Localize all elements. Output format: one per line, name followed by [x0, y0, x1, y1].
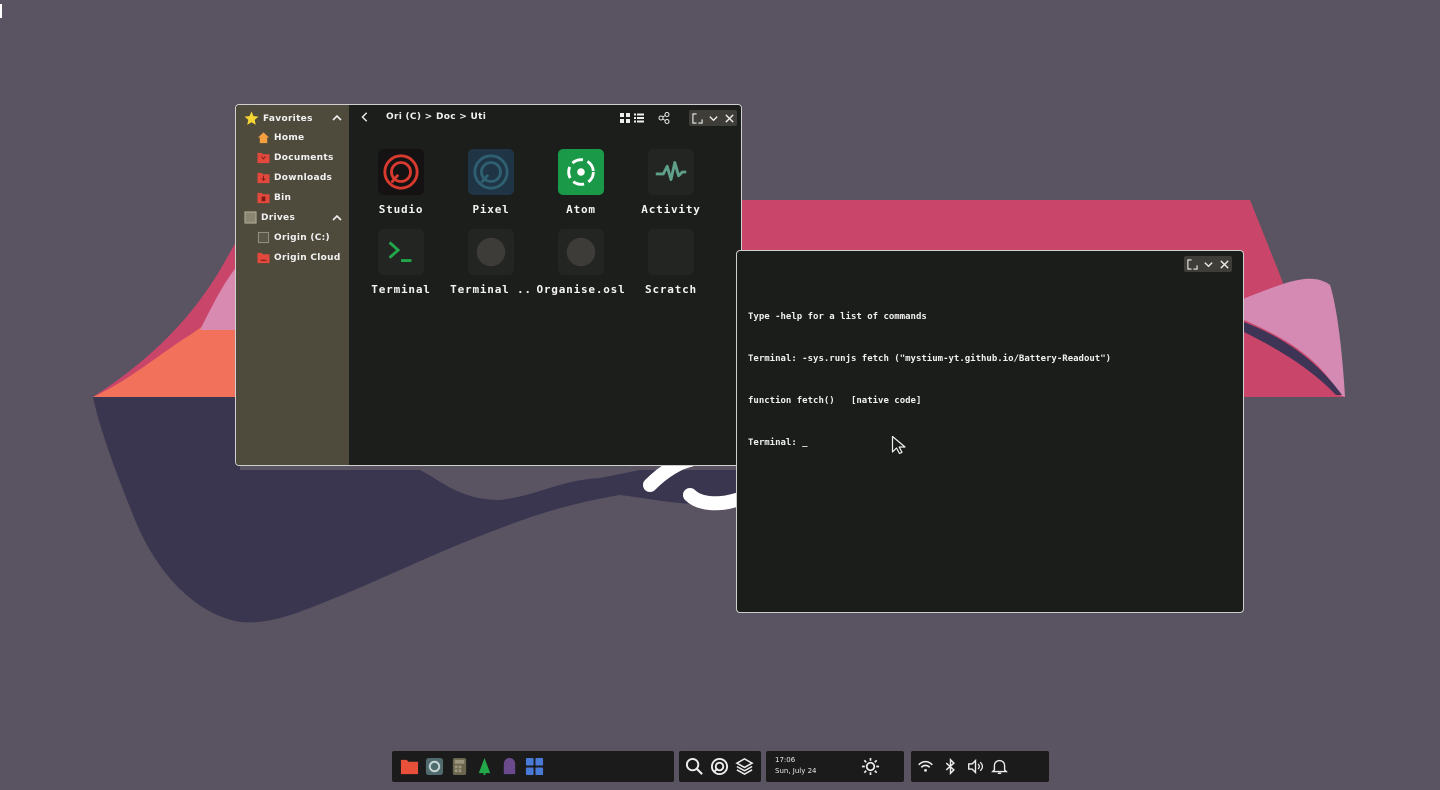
app-label: Organise.osl: [536, 283, 626, 296]
sidebar-favorites-header[interactable]: Favorites: [244, 111, 313, 126]
app-activity[interactable]: Activity: [626, 149, 716, 216]
taskbar-status: [911, 751, 1049, 782]
app-label: Terminal ..: [450, 283, 532, 296]
folder-icon: [257, 152, 270, 164]
app-studio[interactable]: Studio: [356, 149, 446, 216]
sidebar-item-downloads[interactable]: Downloads: [257, 171, 332, 184]
list-view-icon[interactable]: [633, 112, 645, 124]
activity-icon: [648, 149, 694, 195]
chevron-up-icon[interactable]: [331, 112, 343, 124]
wifi-icon[interactable]: [917, 758, 934, 775]
sidebar-item-label: Home: [274, 132, 305, 143]
layers-icon[interactable]: [735, 757, 754, 776]
back-button[interactable]: [359, 111, 373, 125]
sidebar-item-label: Bin: [274, 192, 292, 203]
ghost-icon[interactable]: [500, 757, 519, 776]
home-icon: [257, 132, 270, 144]
app-pixel[interactable]: Pixel: [446, 149, 536, 216]
folder-icon: [257, 172, 270, 184]
favorites-label: Favorites: [263, 113, 313, 124]
calculator-icon[interactable]: [450, 757, 469, 776]
blank-app-icon: [648, 229, 694, 275]
drives-label: Drives: [261, 212, 296, 223]
app-terminal[interactable]: Terminal: [356, 229, 446, 296]
drive-icon: [244, 211, 257, 224]
terminal-window[interactable]: Type -help for a list of commands Termin…: [736, 250, 1244, 613]
explorer-sidebar: Favorites Home Documents Downloads Bin D…: [236, 105, 349, 465]
close-icon[interactable]: [724, 113, 735, 124]
clock-date: Sun, July 24: [775, 767, 817, 775]
sidebar-item-bin[interactable]: Bin: [257, 191, 291, 204]
terminal-line: Terminal: -sys.runjs fetch ("mystium-yt.…: [748, 354, 1112, 364]
terminal-line: Type -help for a list of commands: [748, 312, 927, 322]
breadcrumb[interactable]: Ori (C) > Doc > Uti: [386, 112, 486, 122]
atom-icon: [558, 149, 604, 195]
search-icon[interactable]: [685, 757, 704, 776]
clock-time: 17:06: [775, 756, 796, 764]
sidebar-item-label: Documents: [274, 152, 334, 163]
terminal-prompt[interactable]: Terminal: _: [748, 436, 1111, 450]
app-label: Studio: [378, 203, 424, 216]
brightness-icon[interactable]: [861, 757, 880, 776]
window-controls: [1184, 256, 1232, 272]
generic-app-icon: [558, 229, 604, 275]
app-label: Scratch: [645, 283, 697, 296]
maximize-icon[interactable]: [1186, 258, 1198, 270]
window-controls: [689, 110, 737, 126]
text-cursor-marker: [0, 4, 2, 18]
sidebar-item-documents[interactable]: Documents: [257, 151, 334, 164]
taskbar-tools: [679, 751, 761, 782]
bell-icon[interactable]: [991, 758, 1008, 775]
app-label: Atom: [566, 203, 596, 216]
explorer-toolbar: Ori (C) > Doc > Uti: [349, 105, 741, 131]
refresh-icon[interactable]: [710, 757, 729, 776]
sidebar-item-label: Downloads: [274, 172, 333, 183]
file-explorer-window[interactable]: Favorites Home Documents Downloads Bin D…: [235, 104, 742, 466]
terminal-output[interactable]: Type -help for a list of commands Termin…: [748, 282, 1111, 478]
chevron-down-icon[interactable]: [708, 113, 719, 124]
app-scratch[interactable]: Scratch: [626, 229, 716, 296]
app-label: Terminal: [371, 283, 431, 296]
tree-icon[interactable]: [475, 757, 494, 776]
settings-icon[interactable]: [425, 757, 444, 776]
terminal-icon: [378, 229, 424, 275]
app-organise[interactable]: Organise.osl: [536, 229, 626, 296]
chevron-up-icon[interactable]: [331, 212, 343, 224]
drive-icon: [257, 231, 270, 244]
grid-icon[interactable]: [525, 757, 544, 776]
generic-app-icon: [468, 229, 514, 275]
sidebar-item-label: Origin (C:): [274, 232, 330, 243]
terminal-line: function fetch() [native code]: [748, 396, 922, 406]
sidebar-drive-origin-c[interactable]: Origin (C:): [257, 231, 330, 244]
share-icon[interactable]: [658, 112, 670, 124]
pixel-icon: [468, 149, 514, 195]
chevron-left-icon: [361, 112, 368, 122]
sidebar-item-label: Origin Cloud: [274, 252, 341, 263]
sidebar-item-home[interactable]: Home: [257, 131, 304, 144]
star-icon: [244, 111, 259, 125]
app-atom[interactable]: Atom: [536, 149, 626, 216]
folder-icon: [257, 192, 270, 204]
files-icon[interactable]: [400, 757, 419, 776]
chevron-down-icon[interactable]: [1203, 259, 1214, 270]
app-label: Pixel: [472, 203, 510, 216]
mouse-pointer-icon: [891, 435, 906, 455]
app-label: Activity: [641, 203, 701, 216]
bluetooth-icon[interactable]: [942, 758, 959, 775]
close-icon[interactable]: [1219, 259, 1230, 270]
volume-icon[interactable]: [967, 758, 984, 775]
sidebar-drives-header[interactable]: Drives: [244, 211, 295, 224]
taskbar-clock[interactable]: 17:06 Sun, July 24: [766, 751, 904, 782]
cloud-folder-icon: [257, 252, 270, 264]
grid-view-icon[interactable]: [619, 112, 631, 124]
app-terminal-2[interactable]: Terminal ..: [446, 229, 536, 296]
taskbar-pinned-apps: [392, 751, 674, 782]
studio-icon: [378, 149, 424, 195]
maximize-icon[interactable]: [691, 112, 703, 124]
sidebar-drive-origin-cloud[interactable]: Origin Cloud: [257, 251, 341, 264]
